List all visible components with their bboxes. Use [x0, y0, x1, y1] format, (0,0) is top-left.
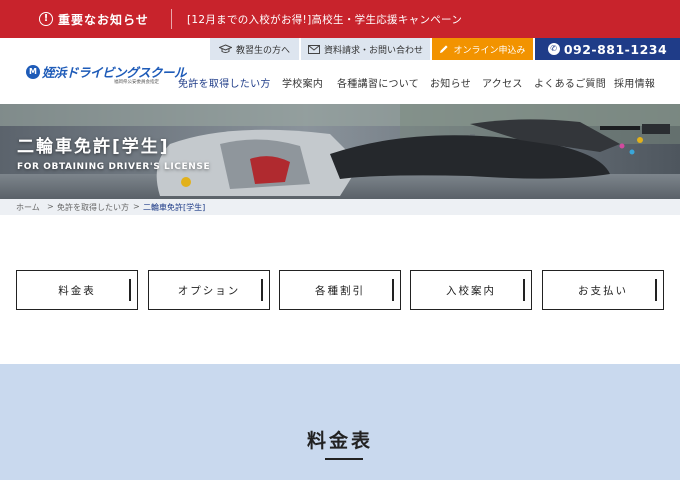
- tab-payment[interactable]: お支払い: [542, 270, 664, 310]
- tab-discounts[interactable]: 各種割引: [279, 270, 401, 310]
- phone-icon: ✆: [547, 43, 560, 55]
- breadcrumb: ホーム > 免許を取得したい方 > 二輪車免許[学生]: [0, 199, 680, 215]
- tab-bar: [655, 279, 657, 301]
- page-title: 二輪車免許[学生]: [17, 137, 170, 157]
- title-underline: [325, 458, 363, 460]
- graduation-cap-icon: [218, 44, 232, 53]
- nav-careers[interactable]: 採用情報: [614, 75, 655, 91]
- nav-access[interactable]: アクセス: [482, 75, 523, 91]
- tab-enrollment[interactable]: 入校案内: [410, 270, 532, 310]
- phone-link[interactable]: ✆ 092-881-1234: [535, 38, 680, 60]
- inquiry-link[interactable]: 資料請求・お問い合わせ: [301, 38, 430, 60]
- notice-title: 重要なお知らせ: [58, 13, 149, 27]
- tab-label: オプション: [177, 284, 241, 297]
- students-label: 教習生の方へ: [235, 45, 290, 56]
- tab-label: 料金表: [58, 284, 96, 297]
- online-apply-button[interactable]: オンライン申込み: [432, 38, 533, 60]
- nav-courses[interactable]: 各種講習について: [337, 75, 419, 91]
- tab-label: お支払い: [578, 284, 628, 297]
- notice-divider: [171, 9, 172, 29]
- tab-bar: [392, 279, 394, 301]
- price-list-section: 料金表: [0, 364, 680, 480]
- nav-faq[interactable]: よくあるご質問: [534, 75, 606, 91]
- chevron-right-icon: >: [133, 202, 140, 211]
- page-subtitle: FOR OBTAINING DRIVER'S LICENSE: [17, 162, 211, 172]
- tab-label: 各種割引: [315, 284, 365, 297]
- logo-subtitle: 福岡県公安委員会指定: [114, 80, 159, 85]
- nav-news[interactable]: お知らせ: [430, 75, 471, 91]
- tab-label: 入校案内: [446, 284, 496, 297]
- pen-icon: [440, 45, 449, 53]
- envelope-icon: [307, 44, 320, 54]
- site-header: 教習生の方へ 資料請求・お問い合わせ オンライン申込み ✆ 092-881-12…: [0, 38, 680, 104]
- students-link[interactable]: 教習生の方へ: [210, 38, 299, 60]
- tab-bar: [129, 279, 131, 301]
- chevron-right-icon: >: [47, 202, 54, 211]
- breadcrumb-parent[interactable]: 免許を取得したい方: [57, 202, 129, 213]
- hero-banner: 二輪車免許[学生] FOR OBTAINING DRIVER'S LICENSE: [0, 104, 680, 199]
- nav-school-info[interactable]: 学校案内: [282, 75, 323, 91]
- exclamation-circle-icon: !: [39, 12, 53, 26]
- section-title: 料金表: [306, 430, 373, 452]
- site-logo[interactable]: M 姪浜ドライビングスクール 福岡県公安委員会指定: [26, 62, 187, 86]
- tab-bar: [261, 279, 263, 301]
- nav-license[interactable]: 免許を取得したい方: [178, 75, 271, 91]
- important-notice-bar[interactable]: ! 重要なお知らせ [12月までの入校がお得!]高校生・学生応援キャンペーン: [0, 0, 680, 38]
- inquiry-label: 資料請求・お問い合わせ: [323, 45, 423, 56]
- breadcrumb-home[interactable]: ホーム: [16, 202, 40, 213]
- logo-mark: M: [26, 65, 40, 79]
- tab-options[interactable]: オプション: [148, 270, 270, 310]
- online-apply-label: オンライン申込み: [453, 45, 526, 56]
- phone-number: 092-881-1234: [563, 41, 668, 57]
- breadcrumb-current: 二輪車免許[学生]: [143, 203, 206, 212]
- tab-bar: [523, 279, 525, 301]
- tab-price-list[interactable]: 料金表: [16, 270, 138, 310]
- notice-link[interactable]: [12月までの入校がお得!]高校生・学生応援キャンペーン: [187, 12, 462, 27]
